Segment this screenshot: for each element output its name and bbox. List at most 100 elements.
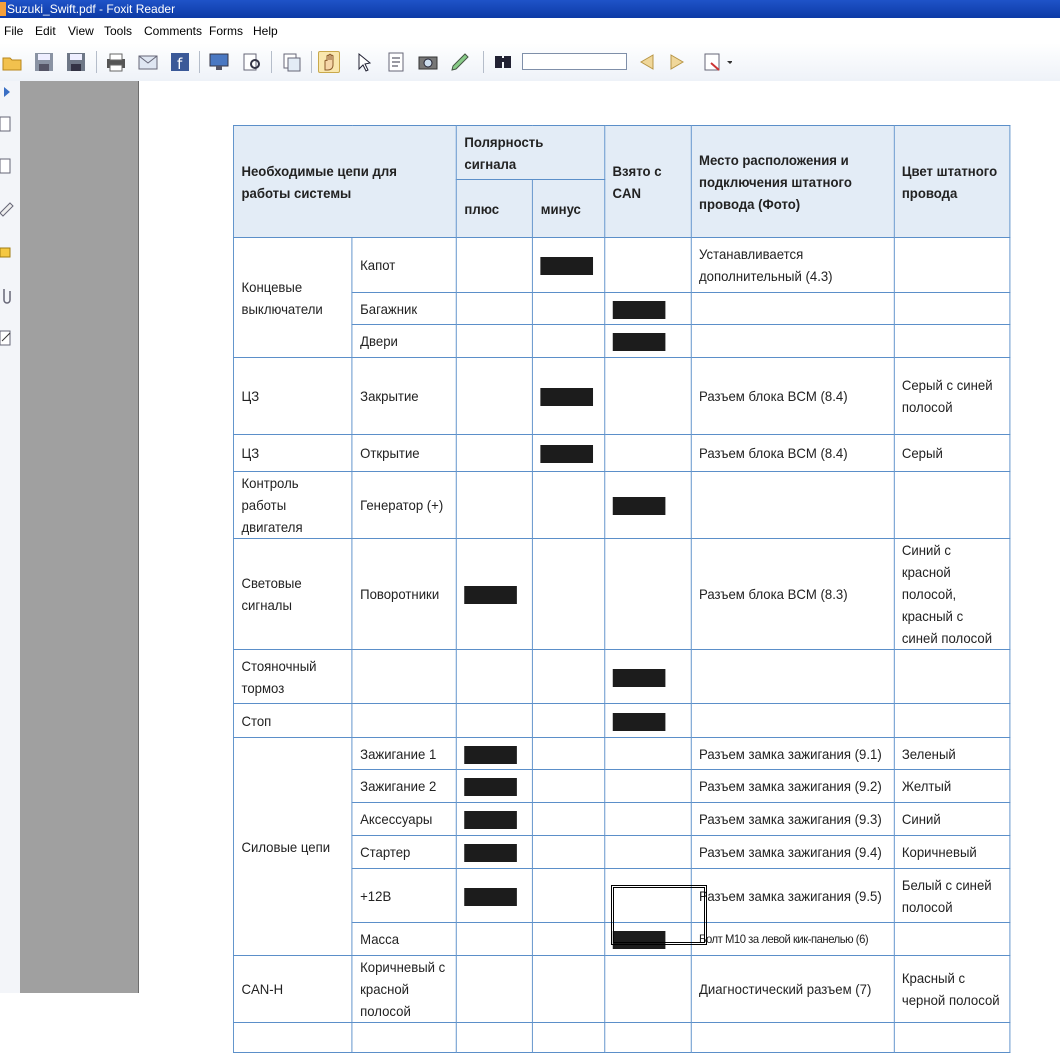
comments-panel-icon[interactable] <box>0 245 14 263</box>
row-location: Разъем блока BCM (8.4) <box>690 434 895 472</box>
cell-can <box>604 835 692 869</box>
save-icon[interactable] <box>33 51 55 73</box>
row-sub: Генератор (+) <box>351 471 457 539</box>
cell-plus <box>455 471 534 539</box>
pages-panel-icon[interactable] <box>0 157 14 175</box>
redaction-mark <box>540 445 594 464</box>
row-color: Белый с синей полосой <box>893 868 1011 923</box>
cell-minus <box>532 802 605 836</box>
menu-forms[interactable]: Forms <box>209 24 243 38</box>
menu-edit[interactable]: Edit <box>35 24 56 38</box>
cell-plus <box>455 1022 534 1053</box>
find-next-icon[interactable] <box>667 51 689 73</box>
redaction-mark <box>612 712 666 731</box>
redaction-mark <box>464 778 518 797</box>
cell-can <box>604 237 692 293</box>
row-group: CAN-H <box>232 955 353 1023</box>
menu-comments[interactable]: Comments <box>144 24 202 38</box>
row-group <box>232 1022 353 1053</box>
table-row: ЦЗ Закрытие Разъем блока BCM (8.4) Серый… <box>232 357 1011 435</box>
row-sub: Поворотники <box>351 538 457 650</box>
select-arrow-icon[interactable] <box>353 51 375 73</box>
svg-text:f: f <box>177 55 183 73</box>
annotate-icon[interactable] <box>449 51 471 73</box>
row-color <box>893 922 1011 956</box>
row-location <box>690 703 895 738</box>
save-as-icon[interactable] <box>65 51 87 73</box>
row-sub: Открытие <box>351 434 457 472</box>
cell-can <box>604 769 692 803</box>
toolbar-separator <box>483 51 484 73</box>
row-color <box>893 1022 1011 1053</box>
row-location: Устанавливается дополнительный (4.3) <box>690 237 895 293</box>
row-group: Силовые цепи <box>232 737 353 956</box>
cell-plus <box>455 737 534 770</box>
row-location <box>690 471 895 539</box>
open-icon[interactable] <box>1 51 23 73</box>
cell-minus <box>532 538 605 650</box>
cell-minus <box>532 703 605 738</box>
cell-can <box>604 955 692 1023</box>
row-group: Стояночный тормоз <box>232 649 353 704</box>
cell-minus <box>532 922 605 956</box>
cell-can <box>604 538 692 650</box>
header-can: Взято с CAN <box>604 125 692 238</box>
menu-tools[interactable]: Tools <box>104 24 132 38</box>
row-group: Стоп <box>232 703 353 738</box>
toolbar-separator <box>199 51 200 73</box>
pages-icon[interactable] <box>281 51 303 73</box>
search-options-icon[interactable] <box>702 51 733 73</box>
row-color <box>893 237 1011 293</box>
find-previous-icon[interactable] <box>635 51 657 73</box>
row-sub: +12В <box>351 868 457 923</box>
row-color: Синий с красной полосой, красный с синей… <box>893 538 1011 650</box>
bookmarks-icon[interactable] <box>0 115 14 133</box>
signatures-icon[interactable] <box>0 329 14 347</box>
snapshot-icon[interactable] <box>417 51 439 73</box>
table-row: Силовые цепи Зажигание 1 Разъем замка за… <box>232 737 1011 956</box>
row-sub <box>351 703 457 738</box>
header-plus: плюс <box>455 179 534 238</box>
monitor-icon[interactable] <box>208 51 230 73</box>
find-input[interactable] <box>522 53 627 70</box>
cell-plus <box>455 922 534 956</box>
row-color: Красный с черной полосой <box>893 955 1011 1023</box>
row-sub: Зажигание 2 <box>351 769 457 803</box>
row-location: Разъем замка зажигания (9.5) <box>690 868 895 923</box>
row-location: Разъем замка зажигания (9.1) <box>690 737 895 770</box>
print-icon[interactable] <box>105 51 127 73</box>
menu-help[interactable]: Help <box>253 24 278 38</box>
layers-icon[interactable] <box>0 199 14 217</box>
menu-file[interactable]: File <box>4 24 23 38</box>
row-location: Разъем замка зажигания (9.3) <box>690 802 895 836</box>
row-color: Зеленый <box>893 737 1011 770</box>
expand-panel-icon[interactable] <box>0 83 14 101</box>
cell-can <box>604 357 692 435</box>
cell-can <box>604 737 692 770</box>
redaction-mark <box>464 887 518 906</box>
row-group: ЦЗ <box>232 357 353 435</box>
find-icon[interactable] <box>492 51 514 73</box>
row-sub: Закрытие <box>351 357 457 435</box>
cell-plus <box>455 868 534 923</box>
header-polarity: Полярность сигнала <box>455 125 605 180</box>
attachments-icon[interactable] <box>0 287 14 305</box>
row-color: Желтый <box>893 769 1011 803</box>
row-color <box>893 649 1011 704</box>
facebook-icon[interactable]: f <box>169 51 191 73</box>
cell-minus <box>532 357 605 435</box>
table-row: Контроль работы двигателя Генератор (+) <box>232 471 1011 539</box>
text-select-icon[interactable] <box>385 51 407 73</box>
document-page[interactable]: Необходимые цепи для работы системы Поля… <box>139 81 1060 1053</box>
row-sub <box>351 649 457 704</box>
redaction-mark <box>612 300 666 319</box>
row-color <box>893 324 1011 358</box>
hand-tool-icon[interactable] <box>318 51 340 73</box>
row-color <box>893 471 1011 539</box>
email-icon[interactable] <box>137 51 159 73</box>
row-sub: Стартер <box>351 835 457 869</box>
menu-view[interactable]: View <box>68 24 94 38</box>
find-pages-icon[interactable] <box>241 51 263 73</box>
redaction-mark <box>464 586 518 605</box>
table-row: Световые сигналы Поворотники Разъем блок… <box>232 538 1011 650</box>
